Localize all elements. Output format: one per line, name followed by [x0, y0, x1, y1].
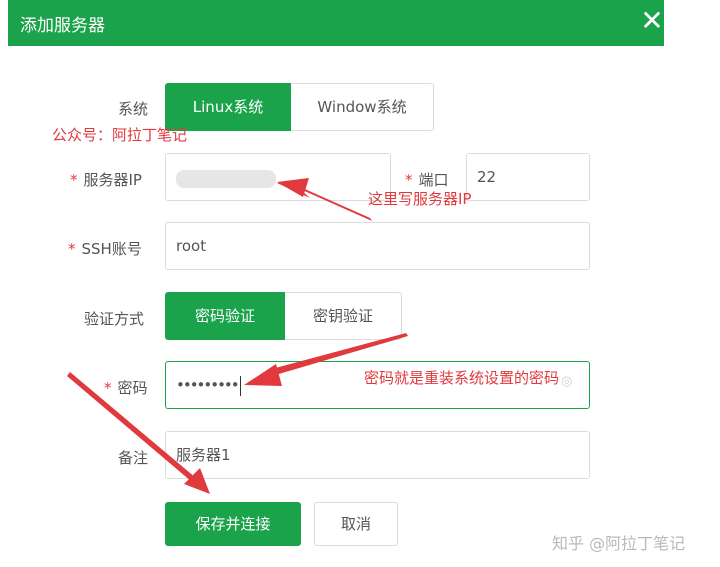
arrow-to-save [67, 372, 196, 482]
arrow-to-password-head [244, 364, 282, 386]
arrow-to-password [268, 333, 408, 376]
annotation-arrows [67, 178, 408, 494]
